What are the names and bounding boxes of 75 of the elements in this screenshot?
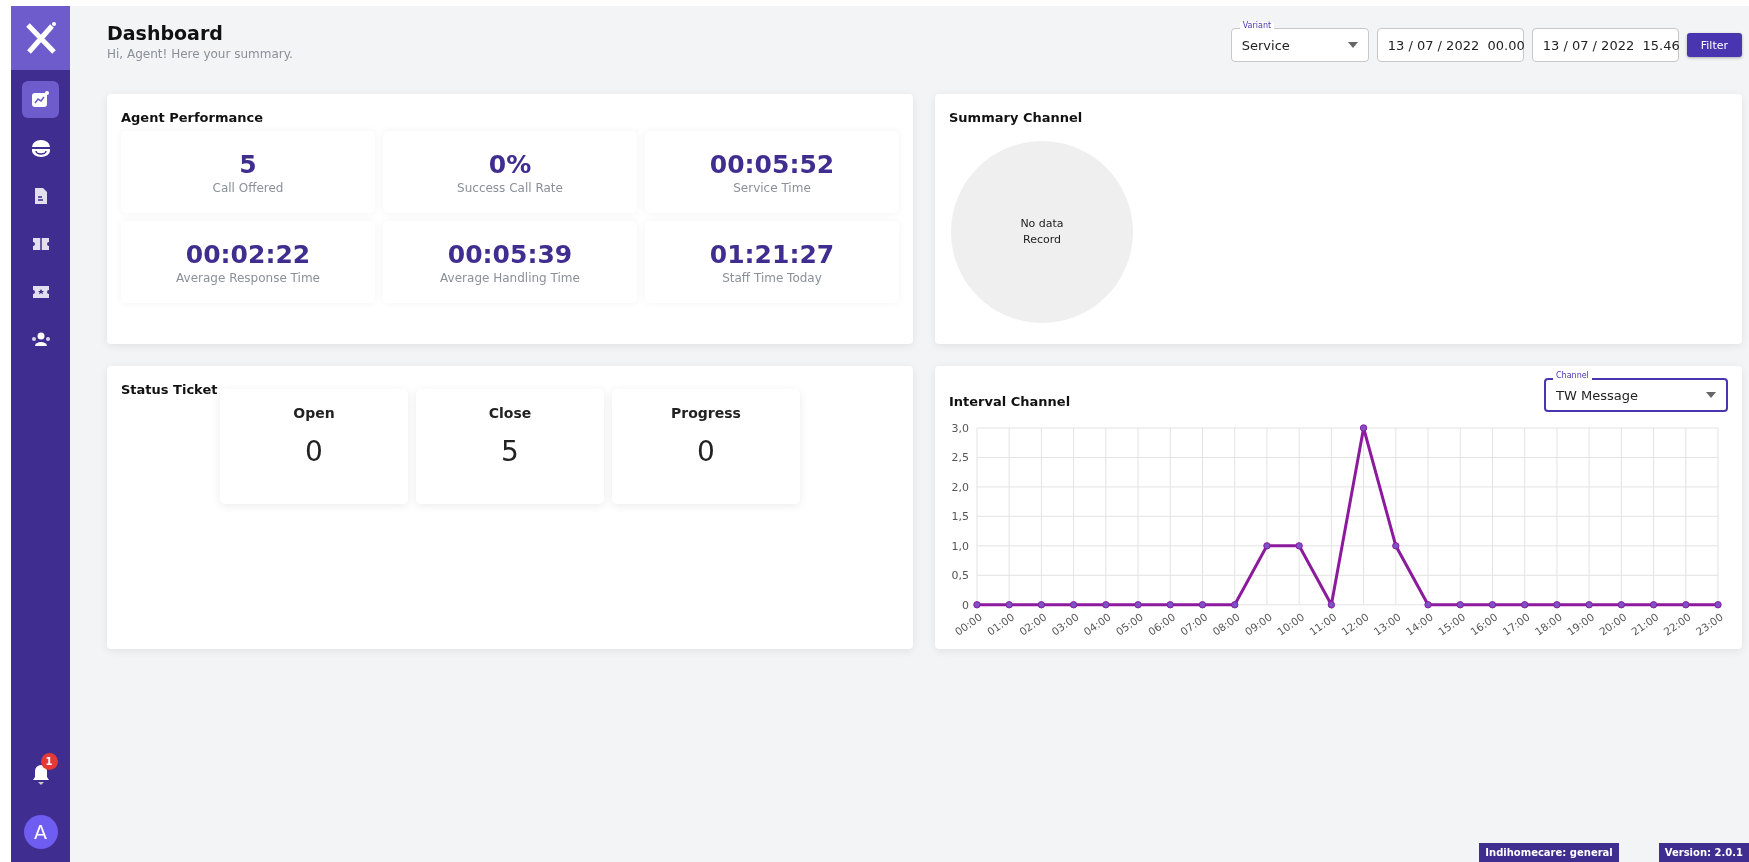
user-avatar[interactable]: A bbox=[23, 815, 58, 849]
caret-icon bbox=[1347, 42, 1358, 48]
y-tick-label: 2,0 bbox=[951, 480, 969, 494]
stat-label: Service Time bbox=[733, 180, 811, 195]
card-title: Status Ticket bbox=[121, 382, 219, 397]
data-point bbox=[1649, 601, 1658, 609]
data-point bbox=[1585, 601, 1593, 609]
data-point bbox=[973, 601, 981, 609]
field-label: Variant bbox=[1239, 22, 1275, 30]
data-point bbox=[1553, 601, 1561, 609]
select-value: Service bbox=[1241, 37, 1290, 53]
data-point bbox=[1102, 601, 1110, 609]
data-point bbox=[1263, 542, 1271, 550]
stat-label: Average Response Time bbox=[176, 270, 320, 285]
data-point bbox=[1424, 601, 1432, 609]
date-value: 13 / 07 / 2022 15.46 bbox=[1542, 37, 1680, 53]
card-title: Agent Performance bbox=[121, 110, 265, 125]
y-tick-label: 0,5 bbox=[951, 569, 969, 583]
stat-label: Staff Time Today bbox=[722, 270, 822, 285]
stat-label: Average Handling Time bbox=[440, 270, 580, 285]
card-title: Interval Channel bbox=[949, 393, 1071, 409]
bell-icon[interactable] bbox=[30, 763, 51, 785]
y-tick-label: 2,5 bbox=[951, 451, 969, 465]
data-point bbox=[1198, 601, 1207, 609]
ticket-label: Progress bbox=[671, 405, 741, 421]
date-to-field[interactable]: 13 / 07 / 2022 15.46 bbox=[1531, 28, 1679, 62]
channel-select[interactable]: TW Message bbox=[1544, 378, 1728, 412]
data-point bbox=[1069, 601, 1078, 609]
data-point bbox=[1488, 601, 1497, 609]
version-label: Version: 2.0.1 bbox=[1658, 843, 1749, 862]
date-from-field[interactable]: 13 / 07 / 2022 00.00 bbox=[1376, 28, 1524, 62]
y-tick-label: 1,5 bbox=[951, 510, 969, 524]
page-title: Dashboard bbox=[107, 22, 224, 44]
data-point bbox=[1005, 601, 1013, 609]
data-point bbox=[1456, 601, 1464, 609]
y-tick-label: 3,0 bbox=[951, 422, 969, 435]
data-point bbox=[1521, 601, 1529, 609]
data-point bbox=[1714, 601, 1722, 609]
data-point bbox=[1359, 424, 1368, 432]
y-tick-label: 1,0 bbox=[951, 539, 969, 553]
ticket-label: Open bbox=[293, 405, 335, 421]
stat-label: Call Offered bbox=[212, 180, 284, 195]
stat-value: 00:02:22 bbox=[185, 239, 311, 269]
sidebar-item[interactable] bbox=[22, 81, 59, 118]
caret-icon bbox=[1706, 392, 1716, 398]
page-subtitle: Hi, Agent! Here your summary. bbox=[107, 47, 293, 61]
stat-value: 0% bbox=[488, 149, 532, 179]
field-label: Channel bbox=[1553, 372, 1592, 380]
ticket-count: 5 bbox=[501, 435, 519, 468]
y-tick-label: 0 bbox=[961, 598, 969, 612]
data-point bbox=[1617, 601, 1626, 609]
stat-value: 01:21:27 bbox=[709, 239, 835, 269]
data-point bbox=[1392, 542, 1400, 550]
filter-button[interactable]: Filter bbox=[1686, 33, 1742, 57]
data-point bbox=[1682, 601, 1690, 609]
ticket-label: Close bbox=[488, 405, 532, 421]
data-point bbox=[1037, 601, 1046, 609]
data-point bbox=[1134, 601, 1142, 609]
card-title: Summary Channel bbox=[949, 110, 1084, 125]
data-point bbox=[1231, 601, 1239, 609]
no-data-text: No data Record bbox=[1020, 216, 1064, 248]
data-point bbox=[1166, 601, 1174, 609]
stat-value: 5 bbox=[239, 149, 257, 179]
select-value: TW Message bbox=[1556, 387, 1638, 403]
variant-select[interactable]: Service bbox=[1230, 28, 1369, 62]
tenant-label: Indihomecare: general bbox=[1479, 843, 1619, 862]
date-value: 13 / 07 / 2022 00.00 bbox=[1387, 37, 1525, 53]
notification-badge: 1 bbox=[40, 753, 58, 770]
stat-value: 00:05:52 bbox=[709, 149, 835, 179]
data-point bbox=[1327, 601, 1336, 609]
ticket-count: 0 bbox=[697, 435, 715, 468]
stat-value: 00:05:39 bbox=[447, 239, 573, 269]
data-point bbox=[1295, 542, 1303, 550]
stat-label: Success Call Rate bbox=[457, 180, 563, 195]
ticket-count: 0 bbox=[305, 435, 323, 468]
